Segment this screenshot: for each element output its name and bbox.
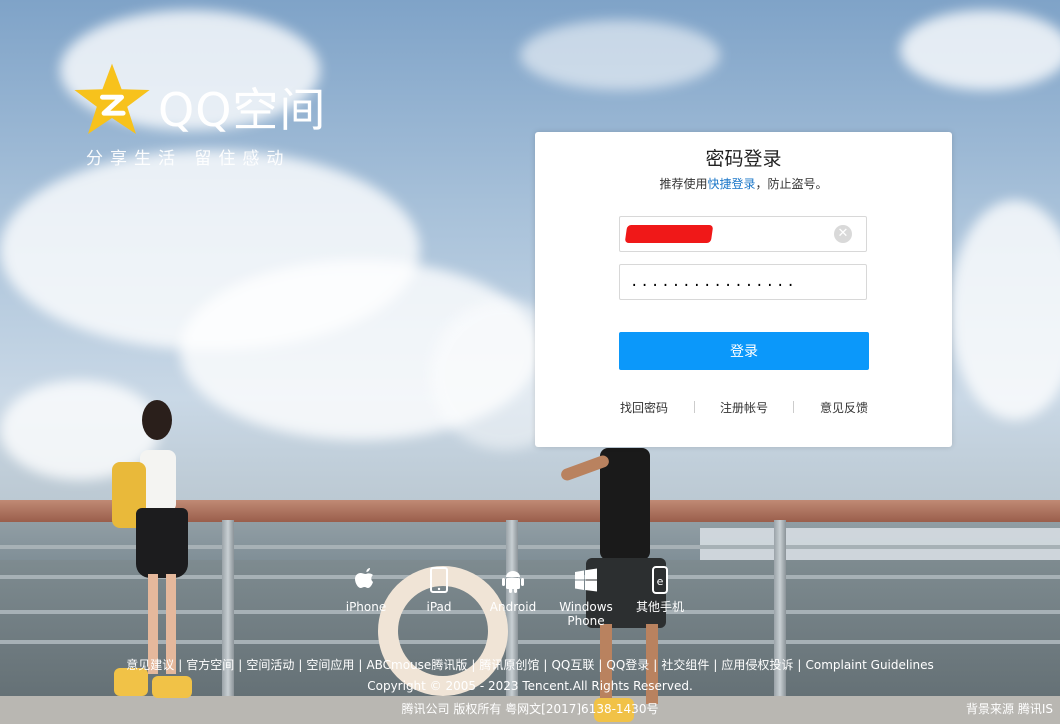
- slogan: 分享生活 留住感动: [86, 149, 291, 169]
- android-icon: [502, 571, 524, 593]
- footer-link[interactable]: 意见建议: [126, 658, 174, 672]
- svg-text:e: e: [657, 575, 664, 588]
- license-text: 腾讯公司 版权所有 粤网文[2017]6138-1430号: [401, 702, 659, 716]
- username-field[interactable]: ✕: [619, 216, 867, 252]
- footer-link[interactable]: 空间活动: [246, 658, 294, 672]
- background-source-link[interactable]: 背景来源 腾讯IS: [966, 700, 1053, 717]
- copyright-text: Copyright © 2005 - 2023 Tencent.All Righ…: [367, 679, 693, 693]
- star-logo-icon: [74, 63, 150, 134]
- platform-label: iPad: [426, 600, 452, 614]
- footer-link[interactable]: 腾讯原创馆: [479, 658, 539, 672]
- platform-label: Windows Phone: [559, 600, 613, 628]
- windows-icon: [575, 568, 597, 592]
- platform-ipad[interactable]: iPad: [399, 566, 479, 614]
- footer-link[interactable]: QQ登录: [606, 658, 649, 672]
- platform-android[interactable]: Android: [473, 566, 553, 614]
- forgot-password-link[interactable]: 找回密码: [620, 399, 668, 416]
- register-link[interactable]: 注册帐号: [720, 399, 768, 416]
- clear-icon[interactable]: ✕: [834, 225, 852, 243]
- platform-iphone[interactable]: iPhone: [326, 566, 406, 614]
- login-tip-text-end: ，防止盗号。: [755, 177, 828, 191]
- footer-link[interactable]: QQ互联: [551, 658, 594, 672]
- divider: [793, 401, 794, 413]
- quick-login-link[interactable]: 快捷登录: [707, 177, 755, 191]
- login-button[interactable]: 登录: [619, 332, 869, 370]
- footer-links: 意见建议 | 官方空间 | 空间活动 | 空间应用 | ABCmouse腾讯版 | 腾讯原创馆 | QQ…: [126, 658, 934, 672]
- feedback-link[interactable]: 意见反馈: [820, 399, 868, 416]
- login-tip: 推荐使用快捷登录，防止盗号。: [535, 175, 952, 192]
- login-bottom-links: 找回密码 注册帐号 意见反馈: [535, 399, 952, 415]
- platform-windows-phone[interactable]: Windows Phone: [546, 566, 626, 628]
- apple-icon: [355, 568, 373, 588]
- footer-link[interactable]: 社交组件: [661, 658, 709, 672]
- redacted-username: [624, 225, 714, 243]
- footer-link[interactable]: 空间应用: [306, 658, 354, 672]
- password-field[interactable]: [619, 264, 867, 300]
- divider: [694, 401, 695, 413]
- platform-label: 其他手机: [635, 600, 684, 614]
- login-title: 密码登录: [705, 148, 782, 170]
- footer-link[interactable]: 应用侵权投诉: [721, 658, 793, 672]
- platform-other-phone[interactable]: e 其他手机: [620, 566, 700, 614]
- password-input[interactable]: [620, 265, 840, 299]
- footer-link[interactable]: Complaint Guidelines: [805, 658, 933, 672]
- footer-link[interactable]: 官方空间: [186, 658, 234, 672]
- logo-text: QQ空间: [158, 83, 327, 137]
- login-panel: 密码登录 推荐使用快捷登录，防止盗号。 ✕ 登录 找回密码 注册帐号 意见反馈: [535, 132, 952, 447]
- login-tip-text: 推荐使用: [659, 177, 708, 191]
- ipad-icon: [430, 567, 448, 593]
- platform-label: iPhone: [345, 600, 387, 614]
- phone-icon: e: [652, 566, 668, 594]
- footer-link[interactable]: ABCmouse腾讯版: [366, 658, 467, 672]
- platform-label: Android: [489, 600, 537, 614]
